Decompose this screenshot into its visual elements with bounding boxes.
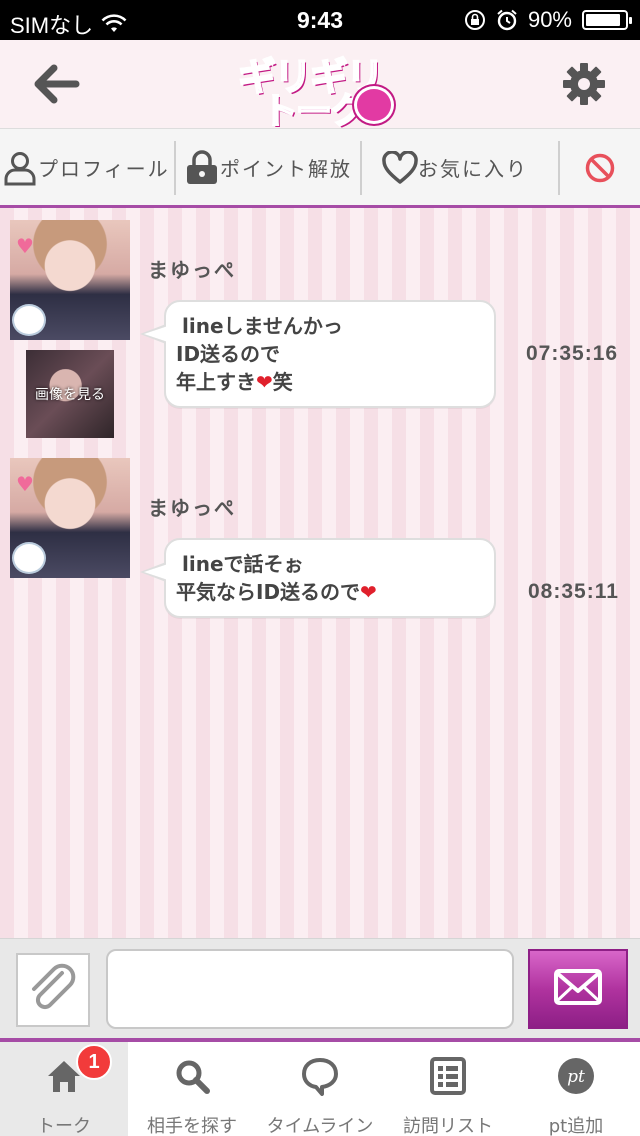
- profile-label: プロフィール: [38, 157, 170, 181]
- tab-label: 相手を探す: [147, 1116, 237, 1136]
- message-line: 平気ならID送るので: [176, 580, 361, 604]
- view-image-label: 画像を見る: [35, 387, 105, 403]
- message-line: 笑: [272, 370, 293, 394]
- block-button[interactable]: [584, 129, 624, 206]
- chat-thread: ♥ 画像を見る まゆっぺ lineしませんかっ ID送るので 年上すき❤笑 07…: [0, 208, 640, 938]
- settings-button[interactable]: [560, 60, 608, 108]
- battery-icon: [582, 10, 632, 30]
- tab-visitors[interactable]: 訪問リスト: [384, 1042, 512, 1136]
- unlock-points-button[interactable]: ポイント解放: [184, 129, 358, 206]
- red-heart-emoji-icon: ❤: [256, 370, 273, 394]
- heart-outline-icon: [382, 150, 418, 184]
- favorite-label: お気に入り: [418, 157, 528, 181]
- user-icon: [4, 151, 36, 185]
- search-icon: [176, 1060, 210, 1094]
- tab-label: 訪問リスト: [403, 1116, 493, 1136]
- alarm-icon: [497, 9, 517, 31]
- tab-label: pt追加: [548, 1116, 604, 1136]
- send-button[interactable]: [528, 949, 628, 1029]
- divider: [558, 141, 560, 195]
- compose-bar: [0, 938, 640, 1038]
- tab-timeline[interactable]: タイムライン: [256, 1042, 384, 1136]
- message-bubble: lineしませんかっ ID送るので 年上すき❤笑: [140, 300, 496, 408]
- app-header: ギリギリ トーク: [0, 40, 640, 133]
- lock-icon: [187, 149, 217, 184]
- tab-label: タイムライン: [266, 1116, 374, 1136]
- message-timestamp: 08:35:11: [528, 580, 619, 603]
- divider: [174, 141, 176, 195]
- bottom-tab-bar: 1 トーク 相手を探す タイムライン 訪問リスト pt pt追加: [0, 1038, 640, 1136]
- message-timestamp: 07:35:16: [526, 342, 619, 365]
- divider: [360, 141, 362, 195]
- tab-label: トーク: [37, 1116, 91, 1136]
- gear-icon: [563, 63, 605, 105]
- paperclip-icon: [32, 963, 76, 1010]
- attached-image-thumbnail[interactable]: 画像を見る: [26, 350, 114, 438]
- unread-badge: 1: [76, 1044, 112, 1080]
- message-bubble: lineで話そぉ 平気ならID送るので❤: [140, 538, 496, 618]
- message-line: ID送るので: [176, 342, 281, 366]
- character-sticker-icon: [14, 306, 44, 334]
- tab-talk[interactable]: 1 トーク: [0, 1042, 128, 1136]
- battery-percent: 90%: [527, 7, 572, 32]
- tab-add-points[interactable]: pt pt追加: [512, 1042, 640, 1136]
- status-bar: SIMなし 9:43 90%: [0, 0, 640, 40]
- sender-name: まゆっぺ: [148, 258, 236, 282]
- pt-icon: pt: [558, 1058, 594, 1094]
- message-line: lineしませんかっ: [182, 314, 343, 338]
- heart-sticker-icon: ♥: [16, 234, 34, 258]
- profile-button[interactable]: プロフィール: [2, 129, 170, 206]
- message-line: lineで話そぉ: [182, 552, 304, 576]
- speech-bubble-icon: [302, 1058, 338, 1096]
- heart-sticker-icon: ♥: [16, 472, 34, 496]
- unlock-points-label: ポイント解放: [220, 157, 352, 181]
- app-logo: ギリギリ トーク: [236, 46, 400, 133]
- red-heart-emoji-icon: ❤: [360, 580, 377, 604]
- sender-avatar[interactable]: ♥: [10, 458, 130, 578]
- profile-action-bar: プロフィール ポイント解放 お気に入り: [0, 128, 640, 208]
- battery-level-fill: [586, 14, 621, 26]
- logo-text-bottom: トーク: [261, 90, 367, 133]
- rotation-lock-icon: [464, 10, 485, 30]
- tab-search[interactable]: 相手を探す: [128, 1042, 256, 1136]
- svg-text:pt: pt: [567, 1067, 585, 1087]
- block-icon: [585, 153, 615, 182]
- logo-bubble-icon: [354, 86, 394, 124]
- attach-button[interactable]: [16, 953, 90, 1027]
- sender-name: まゆっぺ: [148, 496, 236, 520]
- back-button[interactable]: [34, 62, 82, 106]
- message-input[interactable]: [106, 949, 514, 1029]
- sender-avatar[interactable]: ♥: [10, 220, 130, 340]
- character-sticker-icon: [14, 544, 44, 572]
- favorite-button[interactable]: お気に入り: [382, 129, 552, 206]
- list-icon: [430, 1057, 466, 1095]
- arrow-left-icon: [34, 64, 80, 104]
- envelope-icon: [554, 969, 602, 1005]
- message-line: 年上すき: [176, 370, 256, 394]
